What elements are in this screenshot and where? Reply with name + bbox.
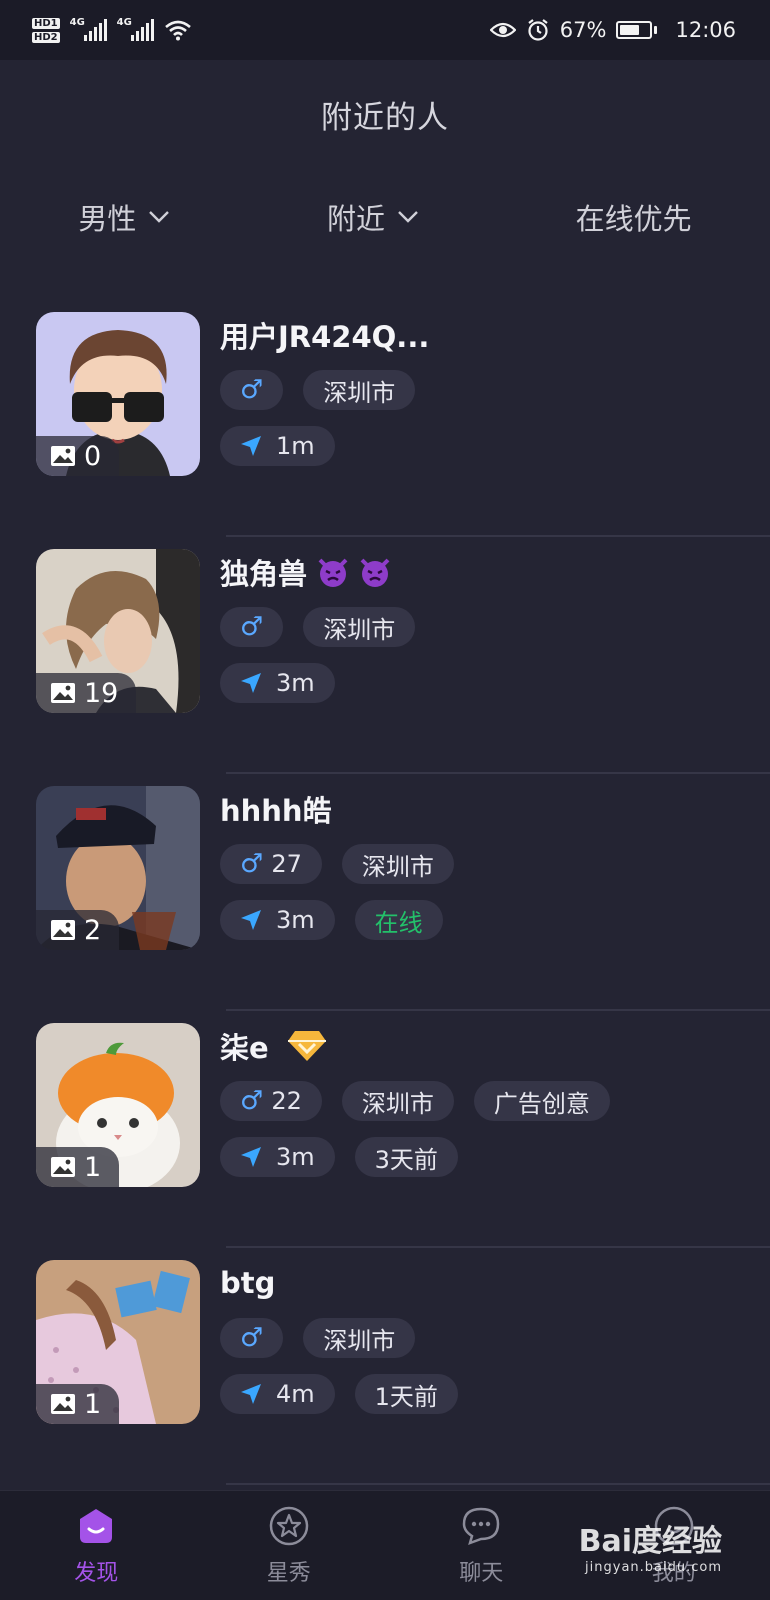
page-title-text: 附近的人: [321, 99, 449, 136]
gender-age-tag: ♂ 22: [220, 1081, 322, 1121]
star-icon: [269, 1506, 308, 1545]
tab-discover[interactable]: 发现: [21, 1505, 171, 1587]
city-tag: 深圳市: [341, 844, 454, 884]
location-arrow-icon: [241, 1147, 261, 1167]
distance-tag: 4m: [220, 1374, 335, 1414]
nearby-user-list: 0 用户JR424Q... ♂ 深圳市 1m 19 独角兽 ♂ 深圳市 3m 2…: [0, 300, 770, 1485]
user-name: hhhh皓: [220, 794, 332, 828]
avatar[interactable]: 0: [36, 312, 200, 476]
photo-count-badge: 2: [36, 910, 120, 950]
divider: [226, 1483, 770, 1485]
photo-count-badge: 19: [36, 673, 137, 713]
online-first-label: 在线优先: [575, 202, 692, 236]
devil-emoji-icon: [318, 558, 348, 587]
male-icon: ♂: [240, 612, 264, 642]
battery-icon: [616, 21, 658, 39]
last-active-tag: 3天前: [354, 1137, 458, 1177]
male-icon: ♂: [240, 1323, 264, 1353]
chevron-down-icon: [398, 211, 418, 223]
image-icon: [51, 446, 75, 466]
baidu-watermark: Bai度经验 jingyan.baidu.com: [578, 1524, 722, 1575]
online-first-filter[interactable]: 在线优先: [576, 196, 692, 238]
chevron-down-icon: [149, 211, 170, 223]
male-icon: ♂: [240, 849, 264, 879]
location-arrow-icon: [241, 910, 261, 930]
gender-age-tag: ♂: [220, 1318, 284, 1358]
user-name: 用户JR424Q...: [220, 320, 430, 354]
photo-count-badge: 1: [36, 1384, 120, 1424]
location-arrow-icon: [241, 436, 261, 456]
location-arrow-icon: [241, 673, 261, 693]
list-item[interactable]: 19 独角兽 ♂ 深圳市 3m: [0, 537, 770, 774]
alarm-icon: [528, 19, 548, 41]
tab-star-show[interactable]: 星秀: [214, 1505, 364, 1587]
city-tag: 深圳市: [303, 607, 416, 647]
city-tag: 深圳市: [303, 370, 416, 410]
list-item[interactable]: 0 用户JR424Q... ♂ 深圳市 1m: [0, 300, 770, 537]
distance-filter-dropdown[interactable]: 附近: [327, 196, 419, 238]
photo-count-badge: 0: [36, 436, 120, 476]
wifi-icon: [164, 20, 191, 41]
avatar[interactable]: 2: [36, 786, 200, 950]
gender-filter-dropdown[interactable]: 男性: [78, 196, 170, 238]
gender-age-tag: ♂: [220, 607, 284, 647]
user-name: btg: [220, 1266, 276, 1300]
list-item[interactable]: 1 柒e ♂ 22 深圳市 广告创意 3m 3天前: [0, 1011, 770, 1248]
photo-count-badge: 1: [36, 1147, 120, 1187]
avatar[interactable]: 1: [36, 1260, 200, 1424]
user-name: 柒e: [220, 1023, 610, 1069]
page-title: 附近的人: [0, 60, 770, 168]
status-bar: HD1 HD2 4G 4G 67% 12:06: [0, 0, 770, 60]
male-icon: ♂: [240, 375, 264, 405]
hd-indicator: HD1 HD2: [32, 17, 60, 43]
image-icon: [51, 1157, 75, 1177]
avatar[interactable]: 1: [36, 1023, 200, 1187]
vip-diamond-icon: [287, 1031, 326, 1061]
hd1-label: HD1: [32, 17, 60, 29]
avatar[interactable]: 19: [36, 549, 200, 713]
filter-bar: 男性 附近 在线优先: [0, 182, 770, 252]
male-icon: ♂: [240, 1086, 264, 1116]
last-active-tag: 1天前: [354, 1374, 458, 1414]
battery-percent: 67%: [559, 18, 607, 42]
location-arrow-icon: [241, 1384, 261, 1404]
signal-icon: 4G: [70, 17, 107, 41]
user-name: 独角兽: [220, 549, 415, 595]
eye-icon: [489, 22, 516, 38]
list-item[interactable]: 2 hhhh皓 ♂ 27 深圳市 3m 在线: [0, 774, 770, 1011]
gender-age-tag: ♂: [220, 370, 284, 410]
list-item[interactable]: 1 btg ♂ 深圳市 4m 1天前: [0, 1248, 770, 1485]
gender-filter-label: 男性: [78, 202, 137, 236]
online-status-tag: 在线: [354, 900, 443, 940]
city-tag: 深圳市: [341, 1081, 454, 1121]
discover-icon: [80, 1508, 113, 1543]
occupation-tag: 广告创意: [473, 1081, 610, 1121]
city-tag: 深圳市: [303, 1318, 416, 1358]
distance-tag: 3m: [220, 1137, 335, 1177]
hd2-label: HD2: [32, 31, 60, 43]
distance-tag: 3m: [220, 900, 335, 940]
gender-age-tag: ♂ 27: [220, 844, 322, 884]
tab-chat[interactable]: 聊天: [406, 1505, 556, 1587]
devil-emoji-icon: [360, 558, 390, 587]
clock: 12:06: [675, 18, 736, 42]
image-icon: [51, 683, 75, 703]
image-icon: [51, 1394, 75, 1414]
signal-icon: 4G: [117, 17, 154, 41]
distance-tag: 3m: [220, 663, 335, 703]
distance-filter-label: 附近: [326, 202, 385, 236]
chat-icon: [462, 1507, 500, 1545]
distance-tag: 1m: [220, 426, 335, 466]
image-icon: [51, 920, 75, 940]
